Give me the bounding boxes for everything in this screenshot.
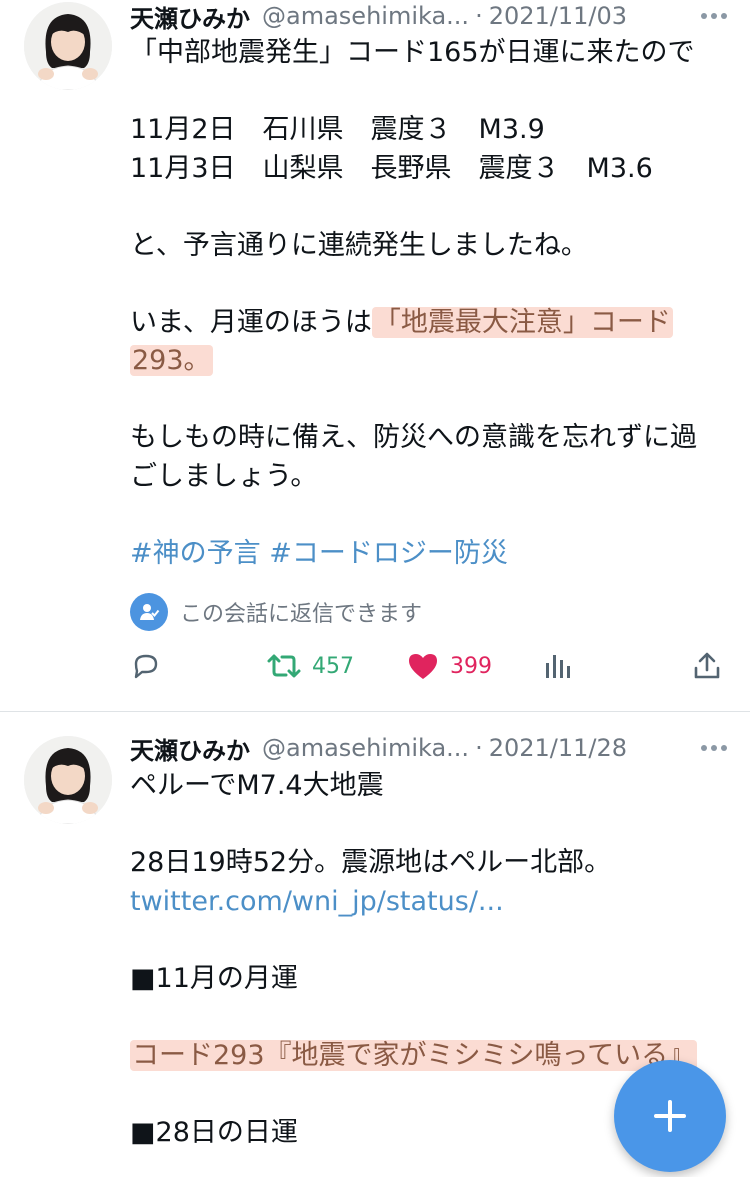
more-icon[interactable] [700,2,728,30]
text-line: 11月3日 山梨県 長野県 震度３ M3.6 [130,152,653,184]
retweet-button[interactable]: 457 [266,646,354,686]
tweet[interactable]: 天瀬ひみか @amasehimika... · 2021/11/03 「中部地震… [0,0,750,712]
tweet-date[interactable]: 2021/11/28 [489,734,627,762]
text-line: ■11月の月運 [130,962,298,994]
text-fragment: いま、月運のほうは [130,306,372,338]
text-line: 「中部地震発生」コード165が日運に来たので [130,37,695,68]
tweet-actions: 457 399 [130,646,730,686]
reply-permission: この会話に返信できます [130,592,422,632]
reply-permission-icon [130,593,168,631]
more-icon[interactable] [700,734,728,762]
retweet-icon [267,654,301,678]
avatar[interactable] [24,2,112,90]
avatar-image [24,736,112,824]
reply-button[interactable] [130,646,162,686]
author-handle[interactable]: @amasehimika... [262,734,469,762]
tweet-header: 天瀬ひみか @amasehimika... · 2021/11/03 [130,0,728,34]
reply-permission-label: この会話に返信できます [180,602,423,627]
highlighted-text: 「地震最大注意」コード [371,306,673,338]
highlighted-text: コード293『地震で家がミシミシ鳴っている』 [130,1039,698,1071]
like-button[interactable]: 399 [406,646,492,686]
reply-icon [134,654,158,679]
analytics-button[interactable] [543,646,573,686]
text-line: 293。 [130,342,730,381]
tweet-header: 天瀬ひみか @amasehimika... · 2021/11/28 [130,730,728,766]
text-line: いま、月運のほうは「地震最大注意」コード [130,304,730,343]
compose-button[interactable] [614,1060,726,1172]
avatar[interactable] [24,736,112,824]
text-line: と、予言通りに連続発生しましたね。 [130,229,588,261]
avatar-image [24,2,112,90]
hashtags[interactable]: #神の予言 #コードロジー防災 [130,535,730,574]
share-icon [694,652,720,679]
share-button[interactable] [692,646,722,686]
text-line: もしもの時に備え、防災への意識を忘れずに過 [130,422,697,453]
separator: · [475,734,483,762]
author-handle[interactable]: @amasehimika... [262,2,469,30]
text-line: ペルーでM7.4大地震 [130,770,384,801]
stats-icon [546,655,570,678]
tweet-date[interactable]: 2021/11/03 [489,2,627,30]
tweet-text: 「中部地震発生」コード165が日運に来たので 11月2日 石川県 震度３ M3.… [130,34,730,573]
highlighted-text: 293。 [130,345,213,376]
like-icon [409,654,437,679]
text-line: 11月2日 石川県 震度３ M3.9 [130,114,545,145]
text-line: ごしましょう。 [130,460,318,492]
retweet-count: 457 [312,653,354,679]
text-line: 28日19時52分。震源地はペルー北部。 [130,847,612,878]
separator: · [475,2,483,30]
like-count: 399 [450,653,492,679]
tweet-link[interactable]: twitter.com/wni_jp/status/... [130,883,730,922]
author-name[interactable]: 天瀬ひみか [130,731,250,766]
compose-plus-icon [654,1100,686,1132]
author-name[interactable]: 天瀬ひみか [130,0,250,34]
